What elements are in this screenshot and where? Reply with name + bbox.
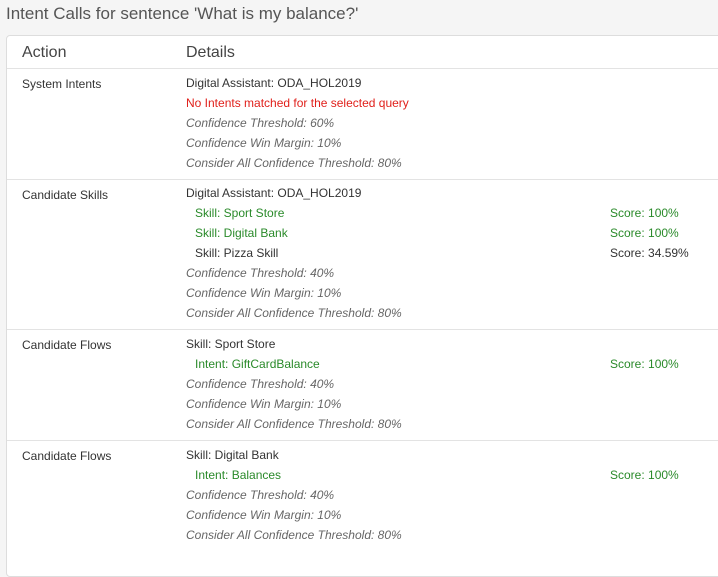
action-label: System Intents xyxy=(22,77,102,91)
action-label: Candidate Flows xyxy=(22,338,112,352)
table-row: Candidate Flows Skill: Digital Bank Inte… xyxy=(7,441,718,551)
detail-line: Confidence Threshold: 40% xyxy=(186,266,335,280)
detail-line: Confidence Win Margin: 10% xyxy=(186,397,342,411)
score-value: Score: 34.59% xyxy=(610,246,689,260)
intent-line: Intent: GiftCardBalance xyxy=(195,357,320,371)
detail-line: Confidence Threshold: 40% xyxy=(186,488,335,502)
page-title: Intent Calls for sentence 'What is my ba… xyxy=(6,4,359,23)
column-header-action: Action xyxy=(22,44,67,61)
skill-line: Skill: Sport Store xyxy=(195,206,285,220)
detail-line: Digital Assistant: ODA_HOL2019 xyxy=(186,186,362,200)
action-label: Candidate Flows xyxy=(22,449,112,463)
detail-line: Confidence Threshold: 60% xyxy=(186,116,335,130)
detail-line: Consider All Confidence Threshold: 80% xyxy=(186,306,402,320)
intent-calls-table: Action Details System Intents Digital As… xyxy=(6,35,718,577)
no-match-message: No Intents matched for the selected quer… xyxy=(186,96,409,110)
action-label: Candidate Skills xyxy=(22,188,109,202)
table-row: Candidate Skills Digital Assistant: ODA_… xyxy=(7,180,718,330)
score-value: Score: 100% xyxy=(610,357,679,371)
detail-line: Skill: Digital Bank xyxy=(186,448,279,462)
column-header-details: Details xyxy=(186,44,235,61)
table-header: Action Details xyxy=(7,36,718,69)
skill-line: Skill: Digital Bank xyxy=(195,226,288,240)
skill-line: Skill: Pizza Skill xyxy=(195,246,279,260)
detail-line: Consider All Confidence Threshold: 80% xyxy=(186,156,402,170)
detail-line: Consider All Confidence Threshold: 80% xyxy=(186,528,402,542)
score-value: Score: 100% xyxy=(610,206,679,220)
score-value: Score: 100% xyxy=(610,468,679,482)
detail-line: Confidence Win Margin: 10% xyxy=(186,508,342,522)
detail-line: Digital Assistant: ODA_HOL2019 xyxy=(186,76,362,90)
detail-line: Confidence Win Margin: 10% xyxy=(186,286,342,300)
detail-line: Consider All Confidence Threshold: 80% xyxy=(186,417,402,431)
score-value: Score: 100% xyxy=(610,226,679,240)
table-row: System Intents Digital Assistant: ODA_HO… xyxy=(7,69,718,180)
table-row: Candidate Flows Skill: Sport Store Inten… xyxy=(7,330,718,441)
intent-line: Intent: Balances xyxy=(195,468,282,482)
detail-line: Confidence Win Margin: 10% xyxy=(186,136,342,150)
detail-line: Skill: Sport Store xyxy=(186,337,276,351)
detail-line: Confidence Threshold: 40% xyxy=(186,377,335,391)
